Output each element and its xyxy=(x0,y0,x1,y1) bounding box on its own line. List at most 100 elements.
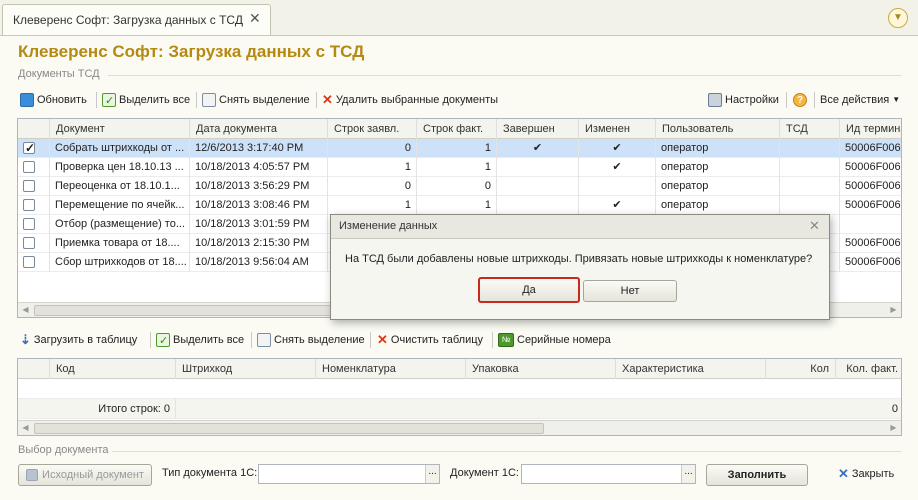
column-header[interactable]: Строк факт. xyxy=(417,119,497,139)
table-row[interactable]: Переоценка от 18.10.1... 10/18/2013 3:56:… xyxy=(18,177,901,196)
column-header[interactable]: Ид термина xyxy=(840,119,901,139)
column-header[interactable]: Характеристика xyxy=(616,359,766,379)
yes-button[interactable]: Да xyxy=(478,277,580,303)
cell-date: 10/18/2013 2:15:30 PM xyxy=(190,234,328,253)
scroll-left-icon[interactable]: ◀ xyxy=(18,303,33,317)
checkbox-column-header xyxy=(18,119,50,139)
refresh-button[interactable]: Обновить xyxy=(20,90,87,110)
lines-deselect-label: Снять выделение xyxy=(274,334,365,346)
all-actions-label: Все действия xyxy=(820,94,890,106)
lines-select-all-button[interactable]: Выделить все xyxy=(156,330,244,351)
toolbar-separator xyxy=(196,92,197,108)
cell-changed: ✔ xyxy=(579,139,656,158)
window-menu-icon[interactable]: ▼ xyxy=(888,8,908,28)
cell-fact: 1 xyxy=(417,196,497,215)
column-header[interactable]: Дата документа xyxy=(190,119,328,139)
documents-table-header: Документ Дата документа Строк заявл. Стр… xyxy=(18,119,901,139)
column-header[interactable]: Изменен xyxy=(579,119,656,139)
lines-deselect-button[interactable]: Снять выделение xyxy=(257,330,365,350)
lines-horizontal-scrollbar[interactable]: ◀ ▶ xyxy=(18,420,901,435)
table-row[interactable]: Перемещение по ячейк... 10/18/2013 3:08:4… xyxy=(18,196,901,215)
no-button[interactable]: Нет xyxy=(583,280,677,302)
toolbar-separator xyxy=(492,332,493,348)
column-header[interactable]: Документ xyxy=(50,119,190,139)
cell-changed xyxy=(579,177,656,196)
row-checkbox-cell xyxy=(18,177,50,196)
lines-table: Код Штрихкод Номенклатура Упаковка Харак… xyxy=(17,358,902,436)
row-checkbox[interactable] xyxy=(23,256,35,268)
load-to-table-button[interactable]: ⇣ Загрузить в таблицу xyxy=(20,330,137,350)
scroll-left-icon[interactable]: ◀ xyxy=(18,421,33,435)
scroll-thumb[interactable] xyxy=(34,305,334,316)
serial-numbers-button[interactable]: № Серийные номера xyxy=(498,330,611,350)
source-document-label: Исходный документ xyxy=(42,469,144,481)
row-checkbox-cell xyxy=(18,234,50,253)
column-header[interactable]: Завершен xyxy=(497,119,579,139)
cell-done xyxy=(497,158,579,177)
dialog-close-icon[interactable]: ✕ xyxy=(809,218,820,234)
column-header[interactable]: Код xyxy=(50,359,176,379)
tab-main[interactable]: Клеверенс Софт: Загрузка данных с ТСД ✕ xyxy=(2,4,271,35)
row-checkbox[interactable] xyxy=(23,199,35,211)
doc-type-select-button[interactable]: ... xyxy=(425,465,439,483)
settings-icon xyxy=(708,93,722,107)
scroll-right-icon[interactable]: ▶ xyxy=(886,421,901,435)
column-header[interactable]: Упаковка xyxy=(466,359,616,379)
clear-table-button[interactable]: ✕ Очистить таблицу xyxy=(377,330,483,350)
column-header[interactable]: ТСД xyxy=(780,119,840,139)
cell-done: ✔ xyxy=(497,139,579,158)
dialog-title: Изменение данных xyxy=(339,220,438,232)
toolbar-separator xyxy=(370,332,371,348)
doc-select-section-label: Выбор документа xyxy=(18,444,109,456)
tab-close-icon[interactable]: ✕ xyxy=(249,10,261,27)
select-all-button[interactable]: Выделить все xyxy=(102,90,190,111)
doc-type-field[interactable]: ... xyxy=(258,464,440,484)
close-button[interactable]: ✕ Закрыть xyxy=(838,464,894,484)
fill-button[interactable]: Заполнить xyxy=(706,464,808,486)
cell-done xyxy=(497,196,579,215)
column-header[interactable]: Номенклатура xyxy=(316,359,466,379)
cell-fact: 1 xyxy=(417,139,497,158)
row-checkbox[interactable] xyxy=(23,218,35,230)
scroll-thumb[interactable] xyxy=(34,423,544,434)
row-checkbox[interactable] xyxy=(23,161,35,173)
table-row[interactable]: Собрать штрихкоды от ...12/6/2013 3:17:4… xyxy=(18,139,901,158)
column-header[interactable]: Кол xyxy=(766,359,836,379)
uncheck-all-icon xyxy=(202,93,216,107)
settings-button[interactable]: Настройки xyxy=(708,90,779,110)
cell-decl: 0 xyxy=(328,177,417,196)
cell-date: 10/18/2013 3:56:29 PM xyxy=(190,177,328,196)
column-header[interactable]: Строк заявл. xyxy=(328,119,417,139)
cell-tsd xyxy=(780,196,840,215)
cell-doc: Проверка цен 18.10.13 ... xyxy=(50,158,190,177)
delete-selected-button[interactable]: ✕ Удалить выбранные документы xyxy=(322,90,498,110)
deselect-label: Снять выделение xyxy=(219,94,310,106)
source-document-button[interactable]: Исходный документ xyxy=(18,464,152,486)
serial-icon: № xyxy=(498,333,514,347)
cell-doc: Сбор штрихкодов от 18.... xyxy=(50,253,190,272)
all-actions-menu[interactable]: Все действия ▼ xyxy=(820,90,900,110)
column-header[interactable]: Штрихкод xyxy=(176,359,316,379)
doc-select-button[interactable]: ... xyxy=(681,465,695,483)
docs-section-label: Документы ТСД xyxy=(18,68,100,80)
row-checkbox[interactable] xyxy=(23,139,35,158)
help-icon: ? xyxy=(793,93,807,107)
doc-field[interactable]: ... xyxy=(521,464,696,484)
cell-user: оператор xyxy=(656,139,780,158)
deselect-button[interactable]: Снять выделение xyxy=(202,90,310,110)
cell-date: 10/18/2013 3:08:46 PM xyxy=(190,196,328,215)
table-row[interactable]: Проверка цен 18.10.13 ... 10/18/2013 4:05… xyxy=(18,158,901,177)
cell-term xyxy=(840,215,901,234)
help-button[interactable]: ? xyxy=(793,90,807,110)
close-icon: ✕ xyxy=(838,466,849,481)
cell-user: оператор xyxy=(656,196,780,215)
clear-table-label: Очистить таблицу xyxy=(390,334,484,346)
column-header[interactable]: Пользователь xyxy=(656,119,780,139)
row-checkbox[interactable] xyxy=(23,237,35,249)
row-checkbox-cell xyxy=(18,253,50,272)
cell-decl: 0 xyxy=(328,139,417,158)
column-header[interactable]: Кол. факт. xyxy=(836,359,901,379)
cell-term: 50006F0063 xyxy=(840,158,901,177)
row-checkbox[interactable] xyxy=(23,180,35,192)
scroll-right-icon[interactable]: ▶ xyxy=(886,303,901,317)
